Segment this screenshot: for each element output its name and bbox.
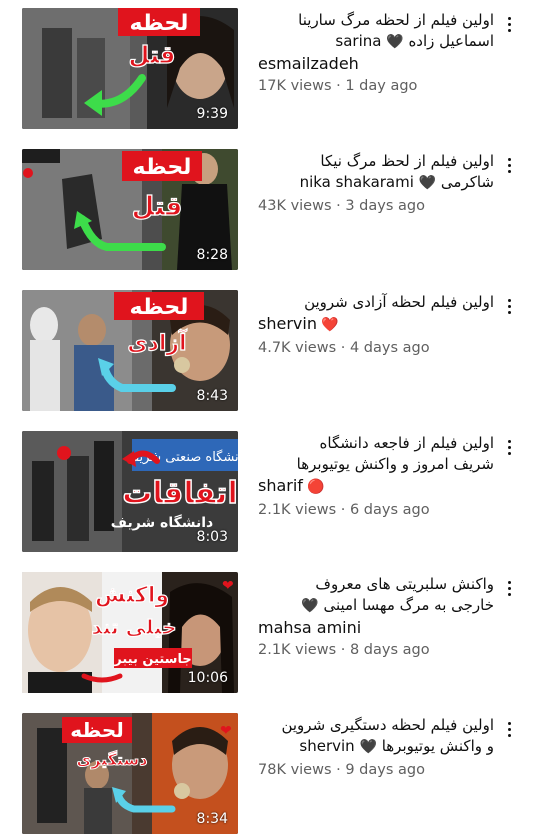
video-duration: 8:03 <box>196 529 228 545</box>
separator: · <box>336 198 341 214</box>
video-thumbnail[interactable]: لحظه قتل 8:28 <box>22 149 238 270</box>
video-title-latin[interactable]: mahsa amini <box>258 617 494 638</box>
black-heart-icon: 🖤 <box>386 34 404 50</box>
red-heart-icon: ❤️ <box>320 317 339 333</box>
video-thumbnail[interactable]: لحظه آزادی 8:43 <box>22 290 238 411</box>
video-title-line[interactable]: خارجی به مرگ مهسا امینی 🖤 <box>258 595 494 617</box>
video-item[interactable]: لحظه دستگیری ❤ 8:34 اولین فیلم لحظه دستگ… <box>0 713 534 838</box>
upload-age: 9 days ago <box>345 762 425 778</box>
thumbnail-caption: قتل <box>129 41 176 69</box>
video-stats: 78K views · 9 days ago <box>258 760 494 780</box>
more-vert-icon[interactable] <box>500 294 518 318</box>
video-title-line[interactable]: اولین فیلم از لحظه مرگ سارینا <box>258 10 494 31</box>
video-title-text: shervin <box>258 314 317 333</box>
upload-age: 1 day ago <box>345 78 418 94</box>
video-title-text: اسماعیل زاده <box>408 32 494 50</box>
video-stats: 2.1K views · 8 days ago <box>258 640 494 660</box>
svg-text:❤: ❤ <box>220 723 232 739</box>
thumbnail-caption: واکنش <box>95 583 169 608</box>
separator: · <box>340 642 346 658</box>
video-duration: 8:28 <box>196 247 228 263</box>
svg-text:❤: ❤ <box>222 578 234 594</box>
video-feed: لحظه قتل 9:39 اولین فیلم از لحظه مرگ سار… <box>0 0 534 837</box>
video-duration: 8:34 <box>196 811 228 827</box>
black-heart-icon: 🖤 <box>418 175 437 191</box>
view-count: 17K views <box>258 78 332 94</box>
video-title-line[interactable]: شریف امروز و واکنش یوتیوبرها <box>258 454 494 475</box>
more-vert-icon[interactable] <box>500 717 518 741</box>
video-title-text: sharif <box>258 476 303 495</box>
video-meta[interactable]: واکنش سلبریتی های معروف خارجی به مرگ مهس… <box>258 574 494 660</box>
video-title-latin: shervin <box>299 737 355 755</box>
video-title-line[interactable]: اولین فیلم از لحظ مرگ نیکا <box>258 151 494 172</box>
video-title-line[interactable]: اسماعیل زاده 🖤 sarina <box>258 31 494 53</box>
more-vert-icon[interactable] <box>500 12 518 36</box>
upload-age: 8 days ago <box>349 642 430 658</box>
thumbnail-caption: دستگیری <box>77 750 148 769</box>
thumbnail-caption: آزادی <box>127 328 187 356</box>
thumbnail-caption: لحظه <box>130 295 189 320</box>
video-title-latin: nika shakarami <box>299 173 414 191</box>
video-title-text: خارجی به مرگ مهسا امینی <box>323 596 494 614</box>
view-count: 2.1K views <box>258 502 337 518</box>
upload-age: 3 days ago <box>345 198 425 214</box>
red-circle-icon: 🔴 <box>306 479 325 495</box>
view-count: 78K views <box>258 762 332 778</box>
video-duration: 8:43 <box>196 388 228 404</box>
video-stats: 4.7K views · 4 days ago <box>258 338 494 358</box>
black-heart-icon: 🖤 <box>359 739 377 755</box>
video-meta[interactable]: اولین فیلم از لحظ مرگ نیکا شاکرمی 🖤 nika… <box>258 151 494 216</box>
more-vert-icon[interactable] <box>500 576 518 600</box>
separator: · <box>340 340 346 356</box>
thumbnail-caption: لحظه <box>130 11 189 36</box>
video-duration: 10:06 <box>187 670 228 686</box>
separator: · <box>340 502 346 518</box>
thumbnail-caption: جاستین بیبر <box>113 652 191 667</box>
upload-age: 4 days ago <box>349 340 430 356</box>
video-item[interactable]: لحظه قتل 8:28 اولین فیلم از لحظ مرگ نیکا… <box>0 149 534 274</box>
video-item[interactable]: دانشگاه صنعتی شریف اتفاقات دانشگاه شریف … <box>0 431 534 556</box>
video-title-text: شاکرمی <box>440 173 494 191</box>
video-title-latin[interactable]: esmailzadeh <box>258 53 494 74</box>
video-stats: 43K views · 3 days ago <box>258 196 494 216</box>
thumbnail-caption: خیلی تند <box>91 615 176 639</box>
video-title-text: و واکنش یوتیوبرها <box>381 737 494 755</box>
video-thumbnail[interactable]: واکنش خیلی تند جاستین بیبر ❤ 10:06 <box>22 572 238 693</box>
thumbnail-caption: قتل <box>132 192 183 222</box>
more-vert-icon[interactable] <box>500 435 518 459</box>
thumbnail-caption: لحظه <box>133 155 192 180</box>
video-meta[interactable]: اولین فیلم از فاجعه دانشگاه شریف امروز و… <box>258 433 494 520</box>
video-title-line[interactable]: اولین فیلم از فاجعه دانشگاه <box>258 433 494 454</box>
thumbnail-caption: اتفاقات <box>122 476 237 511</box>
view-count: 4.7K views <box>258 340 337 356</box>
video-meta[interactable]: اولین فیلم لحظه دستگیری شروین و واکنش یو… <box>258 715 494 780</box>
video-title-latin: sarina <box>335 32 382 50</box>
video-duration: 9:39 <box>196 106 228 122</box>
more-vert-icon[interactable] <box>500 153 518 177</box>
video-item[interactable]: لحظه قتل 9:39 اولین فیلم از لحظه مرگ سار… <box>0 8 534 133</box>
video-title-line[interactable]: واکنش سلبریتی های معروف <box>258 574 494 595</box>
video-stats: 2.1K views · 6 days ago <box>258 500 494 520</box>
video-item[interactable]: لحظه آزادی 8:43 اولین فیلم لحظه آزادی شر… <box>0 290 534 415</box>
black-heart-icon: 🖤 <box>301 598 319 614</box>
video-meta[interactable]: اولین فیلم از لحظه مرگ سارینا اسماعیل زا… <box>258 10 494 96</box>
video-title-latin[interactable]: shervin ❤️ <box>258 313 494 336</box>
separator: · <box>336 78 341 94</box>
video-thumbnail[interactable]: دانشگاه صنعتی شریف اتفاقات دانشگاه شریف … <box>22 431 238 552</box>
video-item[interactable]: واکنش خیلی تند جاستین بیبر ❤ 10:06 واکنش… <box>0 572 534 697</box>
video-meta[interactable]: اولین فیلم لحظه آزادی شروین shervin ❤️ 4.… <box>258 292 494 358</box>
video-title-line[interactable]: اولین فیلم لحظه دستگیری شروین <box>258 715 494 736</box>
thumbnail-caption: لحظه <box>70 718 124 742</box>
upload-age: 6 days ago <box>349 502 430 518</box>
video-title-line[interactable]: شاکرمی 🖤 nika shakarami <box>258 172 494 194</box>
video-stats: 17K views · 1 day ago <box>258 76 494 96</box>
video-thumbnail[interactable]: لحظه دستگیری ❤ 8:34 <box>22 713 238 834</box>
video-title-line[interactable]: اولین فیلم لحظه آزادی شروین <box>258 292 494 313</box>
separator: · <box>336 762 341 778</box>
view-count: 2.1K views <box>258 642 337 658</box>
video-title-line[interactable]: و واکنش یوتیوبرها 🖤 shervin <box>258 736 494 758</box>
view-count: 43K views <box>258 198 332 214</box>
video-thumbnail[interactable]: لحظه قتل 9:39 <box>22 8 238 129</box>
video-title-latin[interactable]: sharif 🔴 <box>258 475 494 498</box>
